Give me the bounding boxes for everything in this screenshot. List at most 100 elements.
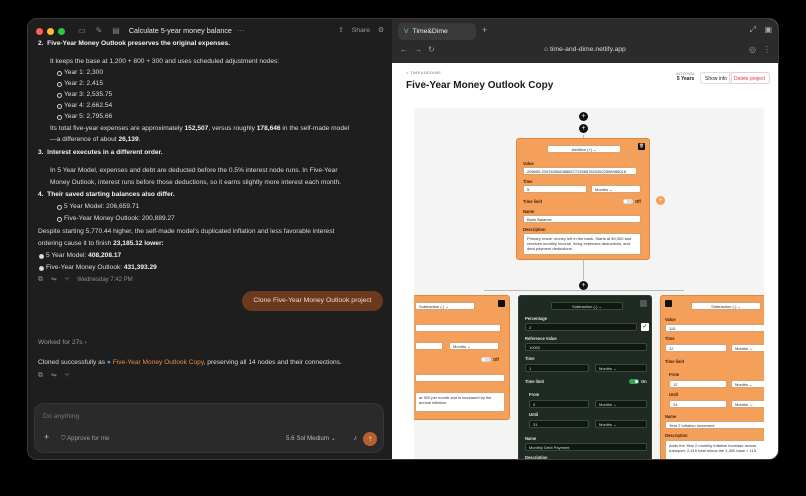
from-input[interactable]: 12 [669, 380, 727, 388]
time-unit-select[interactable]: Months ⌄ [449, 342, 499, 350]
send-button[interactable]: ↑ [363, 432, 377, 446]
node-bank-balance[interactable]: Addition (+) ⌄ 🗑 Value 206659.2007828083… [516, 138, 650, 260]
until-input[interactable]: 24 [669, 400, 727, 408]
expand-icon[interactable]: ⤢ [750, 25, 756, 35]
value-input[interactable] [415, 324, 501, 332]
add-node-icon[interactable]: + [656, 196, 665, 205]
split-view-icon[interactable]: ▣ [764, 25, 772, 34]
delete-node-icon[interactable] [498, 300, 505, 307]
description-input[interactable]: at 300 per month and is increased by the… [415, 392, 505, 412]
field-label: Description [523, 227, 546, 232]
time-input[interactable] [415, 342, 443, 350]
until-unit-select[interactable]: Months ⌄ [731, 400, 764, 408]
minimize-window-icon[interactable] [47, 27, 54, 35]
text: , preserving all 14 nodes and their conn… [203, 359, 342, 366]
reference-input[interactable]: 10000 [525, 343, 647, 351]
name-input[interactable]: Bank Balance [523, 215, 641, 223]
operation-select[interactable]: Subtraction (-) ⌄ [551, 302, 623, 310]
time-unit-select[interactable]: Months ⌄ [731, 344, 764, 352]
name-input[interactable] [415, 374, 505, 382]
field-label: Name [525, 436, 537, 441]
worked-status[interactable]: Worked for 27s › [38, 338, 87, 348]
back-icon[interactable]: ← [400, 45, 408, 54]
fork-icon[interactable]: ⑂ [65, 275, 69, 285]
add-node-icon[interactable]: + [579, 112, 588, 121]
prompt-input[interactable] [43, 410, 343, 422]
show-info-button[interactable]: Show info [700, 72, 732, 84]
address-bar[interactable]: ⌂ time-and-dime.netlify.app [544, 46, 626, 53]
delete-node-icon[interactable] [640, 300, 647, 307]
until-input[interactable]: 31 [529, 420, 589, 428]
unit-label: Months [599, 402, 613, 407]
unit-label: Months [599, 422, 613, 427]
browser-menu-icon[interactable]: ⋮ [763, 45, 771, 54]
node-canvas[interactable]: + + Addition (+) ⌄ 🗑 Value 206659.200782… [414, 108, 764, 459]
node-monthly-debt-payment[interactable]: Subtraction (-) ⌄ Percentage 2 ✓ Referen… [518, 295, 652, 459]
list-item: Year 2: 2,415 [57, 80, 103, 87]
model-selector[interactable]: 5.6 Sol Medium ⌄ [286, 435, 336, 444]
time-input[interactable]: 1 [525, 364, 589, 372]
new-tab-icon[interactable]: + [482, 25, 487, 35]
from-input[interactable]: 0 [529, 400, 589, 408]
time-limit-toggle[interactable] [481, 357, 491, 362]
operation-select[interactable]: Addition (+) ⌄ [547, 145, 621, 153]
copy-icon[interactable]: ⧉ [38, 275, 43, 285]
microphone-icon[interactable]: ♪ [354, 434, 358, 444]
browser-tab[interactable]: V Time&Dime [398, 23, 476, 40]
delete-project-button[interactable]: Delete project [729, 72, 770, 84]
list-item: Year 3: 2,535.75 [56, 91, 113, 98]
forward-icon[interactable]: → [414, 45, 422, 54]
text: ordering cause it to finish [38, 240, 114, 247]
text: —a difference of about [50, 136, 119, 143]
add-attachment-icon[interactable]: + [44, 431, 49, 444]
approve-toggle[interactable]: ⛉ Approve for me [61, 435, 109, 444]
more-options-icon[interactable]: ··· [237, 25, 245, 37]
site-favicon-icon: V [404, 28, 409, 35]
field-label: Time limit [523, 199, 543, 204]
percentage-input[interactable]: 2 [525, 323, 637, 331]
extension-icon[interactable]: ◎ [749, 45, 756, 54]
close-window-icon[interactable] [36, 27, 43, 35]
sidebar-toggle-icon[interactable]: ▭ [78, 25, 86, 37]
description-input[interactable]: Adds the Year 2 monthly inflation increa… [665, 440, 764, 459]
branch-icon[interactable]: ⇋ [51, 275, 57, 285]
share-button[interactable]: Share [352, 26, 370, 36]
list-item: Five-Year Money Outlook: 200,889.27 [57, 215, 175, 222]
add-node-icon[interactable]: + [579, 124, 588, 133]
breadcrumb[interactable]: < TIMEANDDIME [406, 70, 441, 75]
name-input[interactable]: Monthly Debt Payment [525, 443, 647, 451]
conversation-icon: ▤ [112, 26, 120, 36]
delete-node-icon[interactable]: 🗑 [638, 143, 645, 150]
new-chat-icon[interactable]: ✎ [96, 25, 103, 37]
value-input[interactable]: 206659.200782808388657713566782026225889… [523, 167, 637, 175]
node-year2-inflation[interactable]: Subtraction (-) ⌄ Value 115 Time 12 Mont… [660, 295, 764, 459]
value-input[interactable]: 115 [665, 324, 764, 332]
until-unit-select[interactable]: Months ⌄ [595, 420, 647, 428]
settings-toggle-icon[interactable]: ⚙ [378, 26, 384, 36]
zoom-window-icon[interactable] [58, 27, 65, 35]
node-living-expenses[interactable]: Subtraction (-) ⌄ Months ⌄ Off at 300 pe… [414, 295, 510, 420]
time-limit-toggle[interactable] [629, 379, 639, 384]
fork-icon[interactable]: ⑂ [65, 371, 69, 381]
delete-node-icon[interactable] [665, 300, 672, 307]
name-input[interactable]: Year 2 Inflation Increment [665, 421, 764, 429]
share-icon[interactable]: ⇪ [338, 26, 344, 36]
operation-select[interactable]: Subtraction (-) ⌄ [415, 302, 475, 310]
add-node-icon[interactable]: + [579, 281, 588, 290]
operation-select[interactable]: Subtraction (-) ⌄ [691, 302, 761, 310]
from-unit-select[interactable]: Months ⌄ [731, 380, 764, 388]
time-unit-select[interactable]: Months ⌄ [591, 185, 641, 193]
description-input[interactable]: Primary result: money left in the bank. … [523, 233, 641, 255]
project-link[interactable]: Five-Year Money Outlook Copy [113, 359, 204, 366]
time-input[interactable]: 12 [665, 344, 727, 352]
time-input[interactable]: 5 [523, 185, 587, 193]
text: 5 Year Model: [46, 252, 89, 259]
reload-icon[interactable]: ↻ [428, 45, 435, 54]
branch-icon[interactable]: ⇋ [51, 371, 57, 381]
time-limit-toggle[interactable] [623, 199, 633, 204]
copy-icon[interactable]: ⧉ [38, 371, 43, 381]
checkbox-icon[interactable]: ✓ [641, 323, 649, 331]
message-timestamp: Wednesday 7:42 PM [77, 276, 133, 283]
time-unit-select[interactable]: Months ⌄ [595, 364, 647, 372]
from-unit-select[interactable]: Months ⌄ [595, 400, 647, 408]
